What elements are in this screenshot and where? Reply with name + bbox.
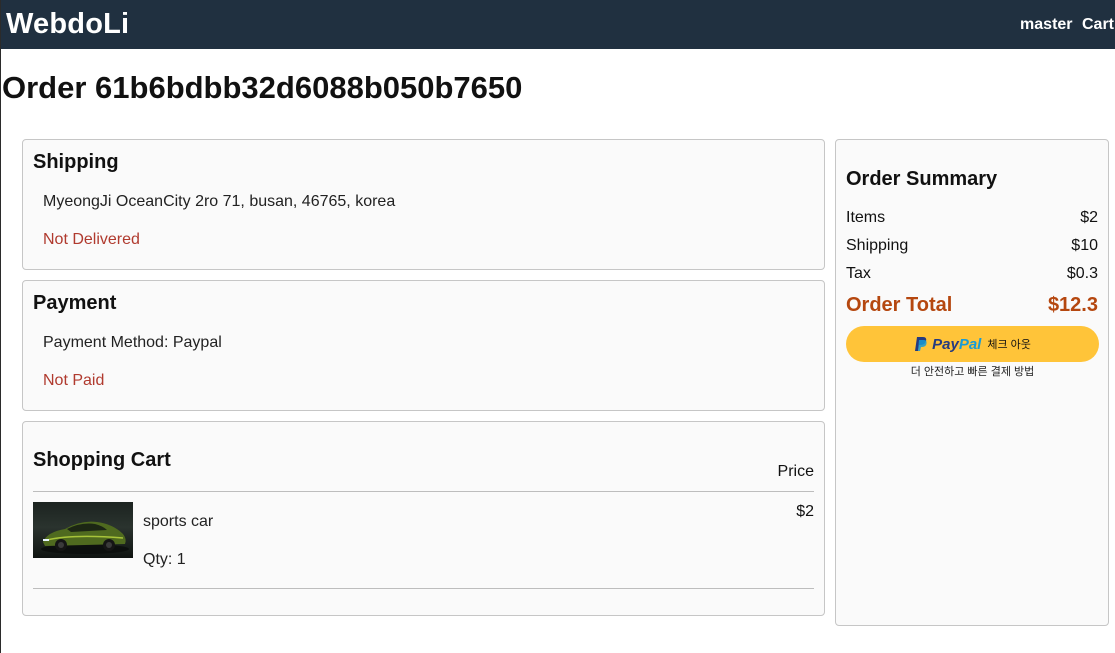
- user-menu-link[interactable]: master: [1020, 16, 1072, 33]
- shipping-address: MyeongJi OceanCity 2ro 71, busan, 46765,…: [43, 193, 396, 210]
- brand-logo-link[interactable]: WebdoLi: [6, 8, 129, 41]
- paypal-tagline: 더 안전하고 빠른 결제 방법: [910, 366, 1035, 378]
- summary-shipping-label: Shipping: [846, 237, 909, 254]
- cart-link[interactable]: Cart: [1082, 16, 1114, 33]
- paypal-wordmark: PayPal: [932, 336, 981, 353]
- payment-status: Not Paid: [43, 372, 105, 389]
- sports-car-image[interactable]: [33, 502, 133, 558]
- page-title: Order 61b6bdbb32d6088b050b7650: [2, 70, 523, 105]
- summary-row-tax: Tax $0.3: [846, 265, 1098, 283]
- delivery-status: Not Delivered: [43, 231, 140, 248]
- summary-items-label: Items: [846, 209, 886, 226]
- header-user-cart: master Cart: [1020, 16, 1114, 34]
- summary-row-total: Order Total $12.3: [846, 294, 1098, 317]
- summary-items-value: $2: [1080, 209, 1098, 226]
- summary-tax-value: $0.3: [1066, 265, 1098, 282]
- paypal-button-text: 체크 아웃: [987, 339, 1031, 351]
- summary-tax-label: Tax: [846, 265, 871, 282]
- shopping-cart-card: Shopping Cart Price sports car Qty: 1 $2: [22, 421, 825, 616]
- summary-row-shipping: Shipping $10: [846, 237, 1098, 255]
- top-navbar: WebdoLi master Cart: [1, 0, 1115, 49]
- paypal-checkout-button[interactable]: PayPal 체크 아웃: [846, 326, 1099, 362]
- paypal-icon: [915, 337, 927, 351]
- summary-row-items: Items $2: [846, 209, 1098, 227]
- cart-item-name[interactable]: sports car: [143, 513, 213, 531]
- order-summary-card: Order Summary Items $2 Shipping $10 Tax …: [835, 139, 1109, 626]
- car-photo-icon: [41, 521, 129, 554]
- summary-heading: Order Summary: [846, 168, 998, 190]
- order-total-label: Order Total: [846, 294, 953, 316]
- payment-method: Payment Method: Paypal: [43, 334, 222, 351]
- shipping-heading: Shipping: [33, 151, 119, 173]
- paypal-wordmark-pal: Pal: [958, 335, 982, 353]
- cart-divider-bottom: [33, 588, 814, 589]
- summary-shipping-value: $10: [1071, 237, 1098, 254]
- paypal-wordmark-pay: Pay: [932, 335, 959, 353]
- cart-heading: Shopping Cart: [33, 449, 171, 471]
- shipping-card: Shipping MyeongJi OceanCity 2ro 71, busa…: [22, 139, 825, 270]
- price-column-header: Price: [777, 463, 814, 480]
- cart-divider-top: [33, 491, 814, 492]
- cart-item-price: $2: [796, 503, 814, 520]
- payment-heading: Payment: [33, 292, 117, 314]
- order-total-value: $12.3: [1047, 294, 1098, 316]
- payment-card: Payment Payment Method: Paypal Not Paid: [22, 280, 825, 411]
- cart-item-qty: Qty: 1: [143, 551, 186, 568]
